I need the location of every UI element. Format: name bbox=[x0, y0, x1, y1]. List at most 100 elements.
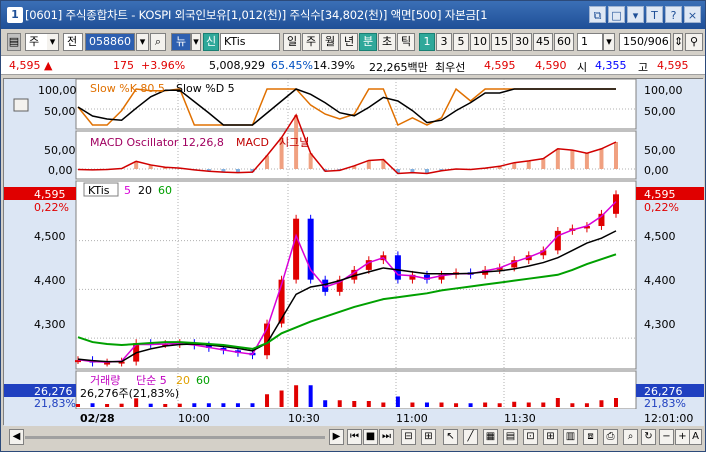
new-button[interactable]: 신 bbox=[203, 33, 219, 51]
market-dropdown-icon[interactable]: ▾ bbox=[47, 33, 59, 51]
chart-window: 1 [0601] 주식종합차트 - KOSPI 외국인보유[1,012(천)] … bbox=[0, 0, 706, 452]
print-icon[interactable]: ⎙ bbox=[603, 429, 618, 445]
volume-bar-23 bbox=[410, 402, 415, 407]
first-icon[interactable]: ⏮ bbox=[347, 429, 362, 445]
volume-bar-36 bbox=[599, 400, 604, 407]
close-button[interactable]: × bbox=[684, 6, 701, 23]
best-quote-label: 최우선 bbox=[435, 61, 466, 74]
volume-bar-30 bbox=[512, 401, 517, 407]
interval-button-30[interactable]: 30 bbox=[512, 33, 532, 51]
font-larger-icon[interactable]: + bbox=[675, 429, 690, 445]
period-tab-3[interactable]: 년 bbox=[340, 33, 358, 51]
up-arrow-icon: ▲ bbox=[44, 59, 53, 72]
stoch-d-label: Slow %D 5 bbox=[176, 82, 235, 95]
zoom-in-icon[interactable]: ⊞ bbox=[421, 429, 436, 445]
interval-button-10[interactable]: 10 bbox=[470, 33, 490, 51]
bid-price: 4,590 bbox=[535, 59, 567, 72]
category-select[interactable]: 전 bbox=[63, 33, 83, 51]
text-button[interactable]: T bbox=[646, 6, 663, 23]
code-input[interactable]: 058860 bbox=[85, 33, 135, 51]
volume-label: 거래량 bbox=[90, 374, 120, 387]
period-tab-0[interactable]: 일 bbox=[283, 33, 301, 51]
code-dropdown-icon[interactable]: ▾ bbox=[136, 33, 149, 51]
volume-bar-0 bbox=[76, 404, 80, 407]
title-bar[interactable]: 1 [0601] 주식종합차트 - KOSPI 외국인보유[1,012(천)] … bbox=[1, 1, 705, 29]
interval-button-45[interactable]: 45 bbox=[533, 33, 553, 51]
interval-button-1[interactable]: 1 bbox=[419, 33, 435, 51]
macd-bar-37 bbox=[614, 142, 618, 169]
settings-icon[interactable]: ▤ bbox=[7, 33, 21, 51]
turnover-rate: 14.39% bbox=[313, 59, 355, 72]
table-icon[interactable] bbox=[13, 98, 29, 112]
count-dropdown-icon[interactable]: ▾ bbox=[603, 33, 615, 51]
volume-bar-12 bbox=[250, 403, 255, 407]
period-tab-4[interactable]: 분 bbox=[359, 33, 377, 51]
cursor-icon[interactable]: ↖ bbox=[443, 429, 458, 445]
time-tick-1100: 11:00 bbox=[396, 412, 428, 425]
scrollbar-track[interactable] bbox=[25, 436, 325, 439]
maximize-button[interactable]: □ bbox=[608, 6, 625, 23]
volume-bar-31 bbox=[526, 402, 531, 407]
period-tab-1[interactable]: 주 bbox=[302, 33, 320, 51]
scroll-right-icon[interactable]: ▶ bbox=[329, 429, 344, 445]
interval-button-5[interactable]: 5 bbox=[453, 33, 469, 51]
high-price: 4,595 bbox=[657, 59, 689, 72]
line-tool-icon[interactable]: ╱ bbox=[463, 429, 478, 445]
split-icon[interactable]: ⊞ bbox=[543, 429, 558, 445]
restore-button[interactable]: ⧉ bbox=[589, 6, 606, 23]
volume-bar-32 bbox=[541, 402, 546, 407]
interval-button-3[interactable]: 3 bbox=[436, 33, 452, 51]
candle-33 bbox=[554, 230, 561, 251]
zoom-out-icon[interactable]: ⊟ bbox=[401, 429, 416, 445]
volume-bar-35 bbox=[584, 403, 589, 407]
macd-label: MACD bbox=[236, 136, 269, 149]
search-icon[interactable]: ⌕ bbox=[150, 33, 166, 51]
period-tab-5[interactable]: 초 bbox=[378, 33, 396, 51]
grid-icon[interactable]: ▦ bbox=[483, 429, 498, 445]
volume-bar-8 bbox=[192, 403, 197, 407]
interval-button-15[interactable]: 15 bbox=[491, 33, 511, 51]
help-button[interactable]: ? bbox=[665, 6, 682, 23]
layout-icon[interactable]: ▥ bbox=[563, 429, 578, 445]
news-button[interactable]: 뉴 bbox=[171, 33, 191, 51]
ma60-label: 60 bbox=[158, 184, 172, 197]
volume-bar-18 bbox=[337, 400, 342, 407]
search-icon-nav[interactable]: ⌕ bbox=[623, 429, 638, 445]
chart-type-icon[interactable]: ⧈ bbox=[583, 429, 598, 445]
count-input[interactable]: 1 bbox=[577, 33, 603, 51]
macd-bar-31 bbox=[526, 160, 531, 169]
price-axis-4500: 4,500 bbox=[34, 230, 66, 243]
volume-bar-13 bbox=[265, 394, 270, 407]
pin-icon[interactable]: ⚲ bbox=[685, 33, 703, 51]
page-spin-icon[interactable]: ⇕ bbox=[673, 33, 683, 51]
compare-icon[interactable]: ⊡ bbox=[523, 429, 538, 445]
volume-bar-25 bbox=[439, 402, 444, 407]
last-icon[interactable]: ⏭ bbox=[379, 429, 394, 445]
period-tab-2[interactable]: 월 bbox=[321, 33, 339, 51]
dropdown-button[interactable]: ▾ bbox=[627, 6, 644, 23]
stoch-axis-100: 100,00 bbox=[38, 84, 77, 97]
volume-ma5-label: 단순 5 bbox=[136, 374, 167, 387]
volume-bar-16 bbox=[308, 385, 313, 407]
volume-bar-11 bbox=[235, 403, 240, 407]
volume-info: 26,276주(21,83%) bbox=[80, 387, 179, 400]
font-icon[interactable]: A bbox=[689, 429, 702, 445]
chart-area[interactable]: Slow %K 80,5 Slow %D 5 MACD Oscillator 1… bbox=[3, 78, 704, 426]
window-title: [0601] 주식종합차트 - KOSPI 외국인보유[1,012(천)] 주식… bbox=[25, 8, 488, 22]
macd-axis-0-right: 0,00 bbox=[644, 164, 669, 177]
macd-bar-32 bbox=[541, 158, 546, 169]
font-smaller-icon[interactable]: − bbox=[659, 429, 674, 445]
time-right-label: 12:01:00 bbox=[644, 412, 693, 425]
chart-canvas[interactable]: Slow %K 80,5 Slow %D 5 MACD Oscillator 1… bbox=[4, 79, 704, 426]
news-dropdown-icon[interactable]: ▾ bbox=[191, 33, 201, 51]
refresh-icon[interactable]: ↻ bbox=[641, 429, 656, 445]
stop-icon[interactable]: ■ bbox=[363, 429, 378, 445]
table-view-icon[interactable]: ▤ bbox=[503, 429, 518, 445]
time-tick-1000: 10:00 bbox=[178, 412, 210, 425]
volume-bar-10 bbox=[221, 403, 226, 407]
scroll-left-icon[interactable]: ◀ bbox=[9, 429, 24, 445]
interval-button-60[interactable]: 60 bbox=[554, 33, 574, 51]
volume-bar-33 bbox=[555, 398, 560, 407]
period-tab-6[interactable]: 틱 bbox=[397, 33, 415, 51]
macd-axis-50: 50,00 bbox=[44, 144, 76, 157]
